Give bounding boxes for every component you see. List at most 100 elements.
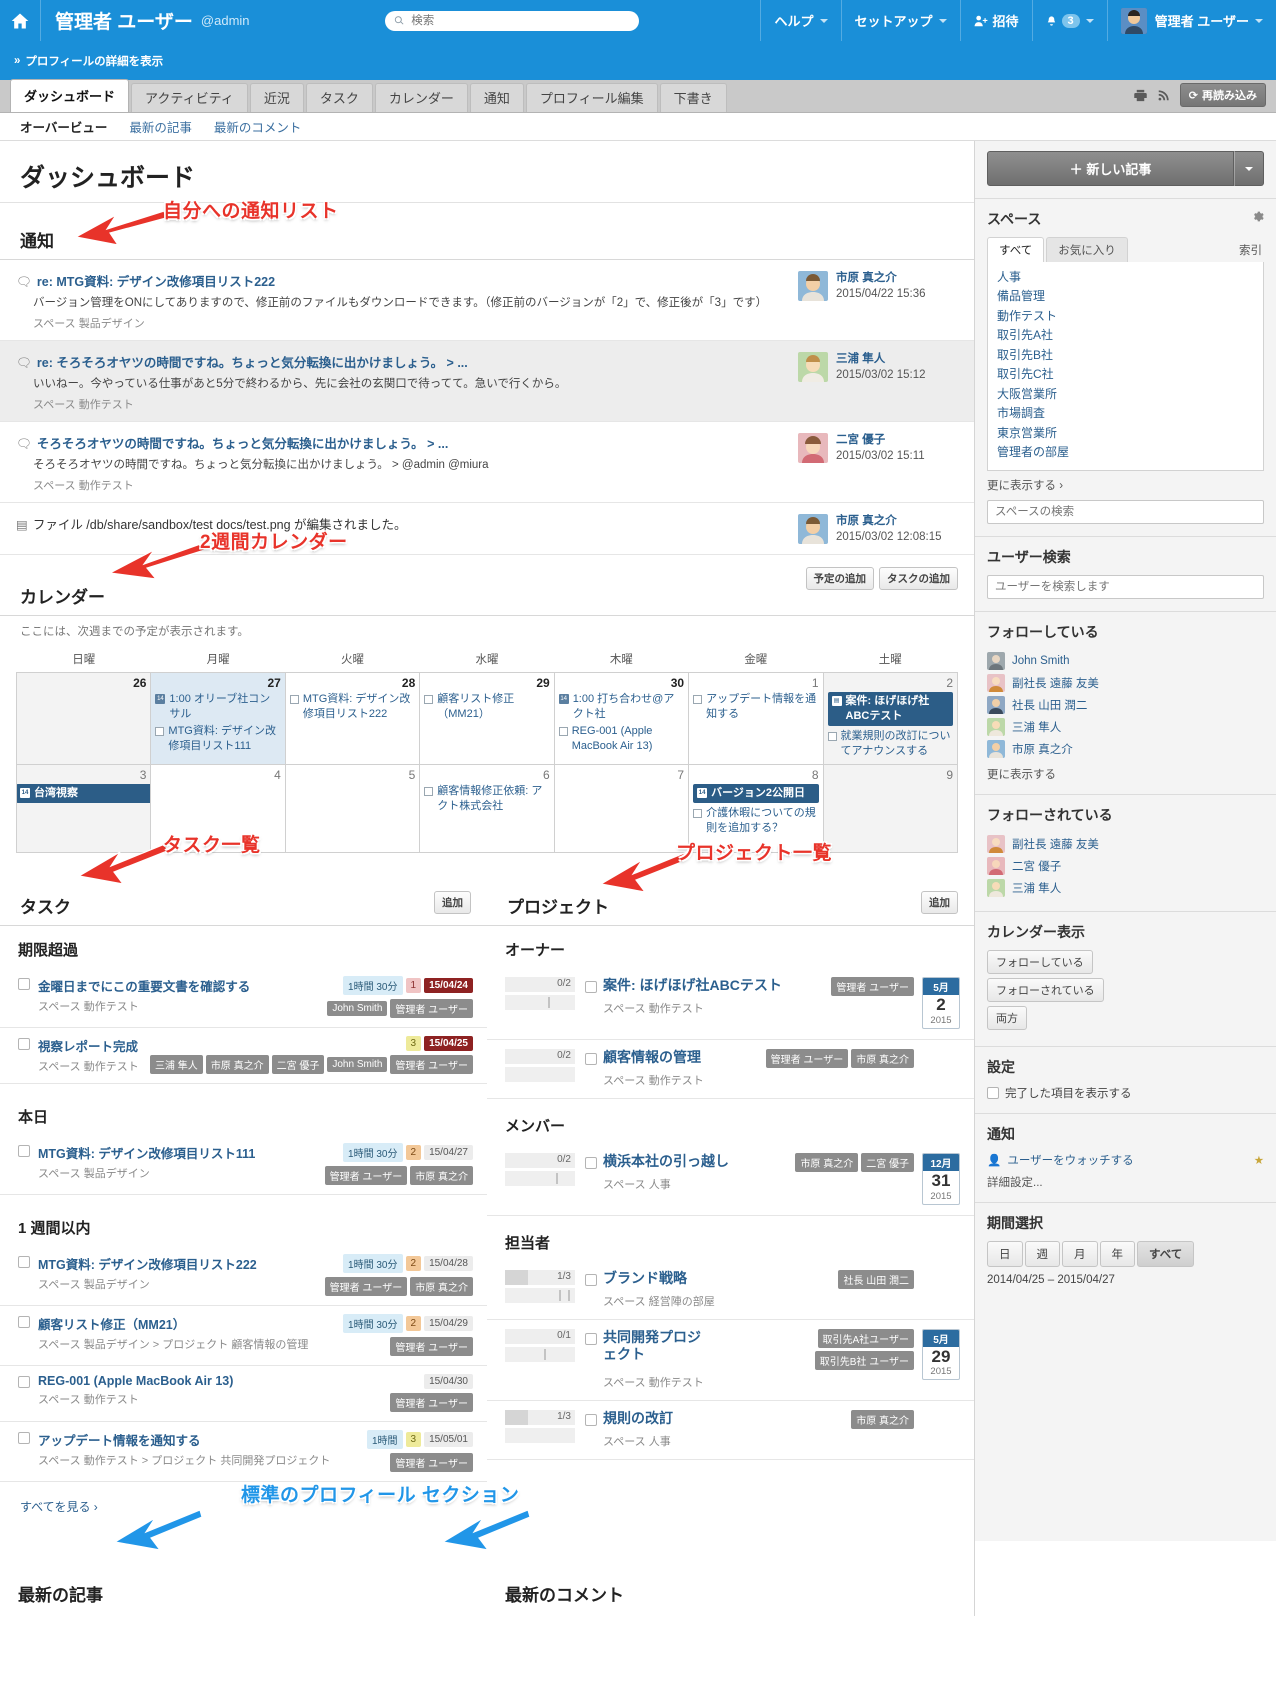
period-tab-all[interactable]: すべて — [1137, 1241, 1195, 1268]
gear-icon[interactable] — [1251, 210, 1264, 223]
calendar-day-cell[interactable]: 27 14 1:00 オリーブ社コンサル MTG資料: デザイン改修項目リスト11… — [150, 672, 286, 766]
task-row[interactable]: REG-001 (Apple MacBook Air 13) スペース 動作テス… — [0, 1366, 487, 1423]
task-checkbox[interactable] — [18, 1316, 30, 1329]
project-row[interactable]: 0/1 共同開発プロジェクト 取引先A社ユーザー 取引先B社 ユーザー スペース… — [487, 1320, 974, 1401]
project-row[interactable]: 0/2 案件: ほげほげ社ABCテスト 管理者 ユーザー スペース 動作テスト … — [487, 968, 974, 1041]
space-item[interactable]: 管理者の部屋 — [997, 443, 1254, 462]
task-checkbox[interactable] — [18, 1256, 30, 1269]
calendar-chip-both[interactable]: 両方 — [987, 1006, 1027, 1031]
task-checkbox[interactable] — [18, 1432, 30, 1445]
setup-menu[interactable]: セットアップ — [840, 0, 960, 41]
following-item[interactable]: 副社長 遠藤 友美 — [987, 672, 1264, 694]
tab-tasks[interactable]: タスク — [305, 83, 373, 112]
follower-item[interactable]: 三浦 隼人 — [987, 877, 1264, 899]
task-title[interactable]: 視察レポート完成 — [38, 1036, 150, 1055]
task-user-chip[interactable]: 管理者 ユーザー — [324, 1166, 408, 1186]
task-user-chip[interactable]: 三浦 隼人 — [150, 1055, 203, 1075]
space-item[interactable]: 市場調査 — [997, 404, 1254, 423]
brand-user-name[interactable]: 管理者 ユーザー @admin — [41, 0, 264, 41]
task-title[interactable]: MTG資料: デザイン改修項目リスト222 — [38, 1254, 325, 1273]
space-search-input[interactable] — [987, 500, 1264, 525]
calendar-day-cell[interactable]: 4 — [150, 764, 286, 854]
period-tab-week[interactable]: 週 — [1024, 1241, 1060, 1268]
following-more-link[interactable]: 更に表示する — [987, 766, 1264, 782]
task-title[interactable]: 金曜日までにこの重要文書を確認する — [38, 976, 327, 995]
calendar-day-cell[interactable]: 5 — [284, 764, 421, 854]
calendar-chip-followers[interactable]: フォローされている — [987, 978, 1104, 1003]
checkbox-icon[interactable] — [424, 787, 434, 797]
calendar-task[interactable]: MTG資料: デザイン改修項目リスト111 — [155, 724, 280, 754]
space-item[interactable]: 人事 — [997, 268, 1254, 287]
calendar-task[interactable]: REG-001 (Apple MacBook Air 13) — [558, 724, 684, 754]
following-item[interactable]: John Smith — [987, 650, 1264, 672]
spaces-tab-favorites[interactable]: お気に入り — [1046, 237, 1128, 262]
printer-icon[interactable] — [1133, 88, 1148, 103]
project-checkbox[interactable] — [585, 1413, 597, 1426]
checkbox-icon[interactable] — [693, 695, 703, 705]
calendar-event[interactable]: 14 1:00 オリーブ社コンサル — [155, 692, 280, 722]
space-item[interactable]: 大阪営業所 — [997, 385, 1254, 404]
user-search-input[interactable] — [987, 575, 1264, 600]
new-post-button[interactable]: ＋ 新しい記事 — [987, 151, 1234, 186]
tab-activity[interactable]: アクティビティ — [131, 83, 248, 112]
tab-dashboard[interactable]: ダッシュボード — [10, 79, 130, 112]
notification-item[interactable]: 🗨 re: MTG資料: デザイン改修項目リスト222 バージョン管理をONにして… — [0, 260, 974, 341]
add-task-button[interactable]: タスクの追加 — [879, 567, 958, 591]
calendar-day-cell[interactable]: 6 顧客情報修正依頼: アクト株式会社 — [419, 764, 555, 854]
task-user-chip[interactable]: 管理者 ユーザー — [390, 1393, 473, 1413]
task-row[interactable]: 顧客リスト修正（MM21） スペース 製品デザイン > プロジェクト 顧客情報の… — [0, 1306, 487, 1367]
task-title[interactable]: 顧客リスト修正（MM21） — [38, 1314, 343, 1333]
following-item[interactable]: 三浦 隼人 — [987, 716, 1264, 738]
rss-icon[interactable] — [1157, 88, 1171, 102]
task-title[interactable]: アップデート情報を通知する — [38, 1430, 367, 1449]
calendar-span-event[interactable]: ▤ 案件: ほげほげ社ABCテスト — [827, 692, 953, 726]
project-user-chip[interactable]: 社長 山田 潤二 — [838, 1269, 914, 1289]
add-project-button[interactable]: 追加 — [921, 891, 958, 915]
checkbox-icon[interactable] — [827, 731, 837, 741]
calendar-task[interactable]: 顧客情報修正依頼: アクト株式会社 — [424, 784, 549, 814]
spaces-tab-all[interactable]: すべて — [987, 237, 1045, 262]
search-input[interactable] — [409, 13, 630, 28]
notification-title-row[interactable]: 🗨 そろそろオヤツの時間ですね。ちょっと気分転換に出かけましょう。 > ... — [16, 433, 784, 452]
tab-calendar[interactable]: カレンダー — [374, 83, 468, 112]
task-checkbox[interactable] — [18, 978, 30, 991]
checkbox-icon[interactable] — [424, 695, 434, 705]
notification-title-row[interactable]: 🗨 re: MTG資料: デザイン改修項目リスト222 — [16, 271, 784, 290]
calendar-chip-following[interactable]: フォローしている — [987, 950, 1093, 975]
project-user-chip[interactable]: 取引先B社 ユーザー — [814, 1350, 914, 1370]
calendar-day-cell[interactable]: 29 顧客リスト修正（MM21） — [419, 672, 555, 766]
project-row[interactable]: 0/2 顧客情報の管理 管理者 ユーザー 市原 真之介 スペース 動作テスト — [487, 1040, 974, 1100]
calendar-task[interactable]: 就業規則の改訂についてアナウンスする — [827, 729, 953, 759]
project-checkbox[interactable] — [585, 981, 597, 994]
show-completed-row[interactable]: 完了した項目を表示する — [987, 1085, 1264, 1101]
task-user-chip[interactable]: John Smith — [327, 1001, 388, 1017]
task-row[interactable]: アップデート情報を通知する スペース 動作テスト > プロジェクト 共同開発プロ… — [0, 1422, 487, 1483]
search-box[interactable] — [385, 10, 639, 31]
checkbox-icon[interactable] — [155, 726, 165, 736]
task-user-chip[interactable]: 管理者 ユーザー — [390, 1453, 473, 1473]
project-checkbox[interactable] — [585, 1332, 597, 1345]
calendar-day-cell[interactable]: 28 MTG資料: デザイン改修項目リスト222 — [284, 672, 421, 766]
calendar-day-cell[interactable]: 1 アップデート情報を通知する — [688, 672, 824, 766]
checkbox-icon[interactable] — [558, 726, 568, 736]
calendar-day-cell[interactable]: 26 — [15, 672, 152, 766]
add-event-button[interactable]: 予定の追加 — [805, 567, 874, 591]
project-user-chip[interactable]: 管理者 ユーザー — [831, 977, 914, 997]
home-icon[interactable] — [0, 0, 41, 41]
new-post-dropdown-button[interactable] — [1234, 151, 1264, 186]
task-title[interactable]: REG-001 (Apple MacBook Air 13) — [38, 1374, 390, 1388]
show-completed-checkbox[interactable] — [987, 1087, 999, 1100]
space-item[interactable]: 動作テスト — [997, 307, 1254, 326]
project-user-chip[interactable]: 取引先A社ユーザー — [817, 1328, 914, 1348]
notification-item[interactable]: ▤ ファイル /db/share/sandbox/test docs/test.p… — [0, 503, 974, 556]
checkbox-icon[interactable] — [693, 809, 703, 819]
follower-item[interactable]: 二宮 優子 — [987, 855, 1264, 877]
project-row[interactable]: 0/2 横浜本社の引っ越し 市原 真之介 二宮 優子 スペース 人事 12月 3… — [487, 1144, 974, 1216]
calendar-task[interactable]: MTG資料: デザイン改修項目リスト222 — [289, 692, 415, 722]
project-title[interactable]: 案件: ほげほげ社ABCテスト — [603, 977, 782, 995]
tab-notifications[interactable]: 通知 — [469, 83, 524, 112]
space-item[interactable]: 東京営業所 — [997, 424, 1254, 443]
calendar-event[interactable]: 14 1:00 打ち合わせ@アクト社 — [558, 692, 684, 722]
invite-button[interactable]: 招待 — [959, 0, 1032, 41]
following-item[interactable]: 市原 真之介 — [987, 738, 1264, 760]
